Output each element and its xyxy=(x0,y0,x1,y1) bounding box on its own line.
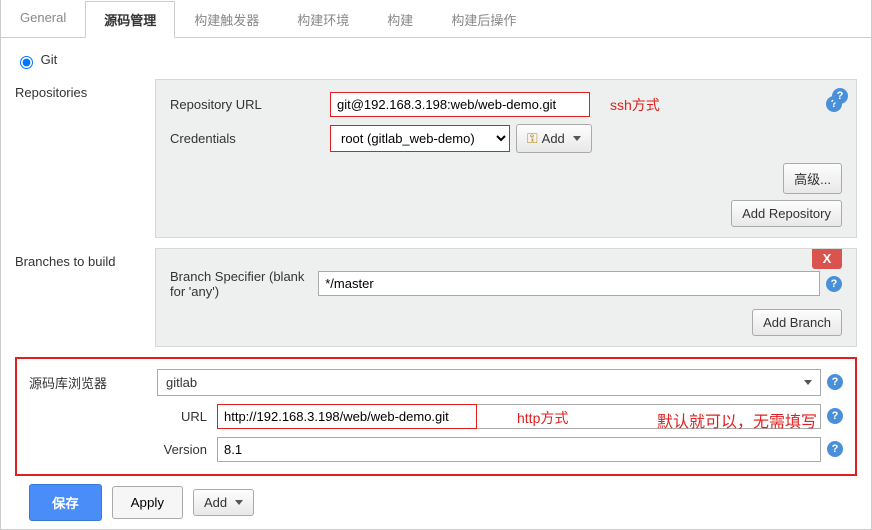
credentials-select[interactable]: root (gitlab_web-demo) xyxy=(330,125,510,152)
add-credentials-label: Add xyxy=(542,131,565,146)
tab-bar: General 源码管理 构建触发器 构建环境 构建 构建后操作 xyxy=(1,0,871,38)
scm-radio-git[interactable] xyxy=(20,56,33,69)
advanced-button[interactable]: 高级... xyxy=(783,163,842,194)
note-annotation: 默认就可以，无需填写 xyxy=(657,408,817,432)
add-menu-label: Add xyxy=(204,495,227,510)
http-annotation: http方式 xyxy=(517,408,568,428)
repo-browser-section: 源码库浏览器 gitlab ? URL http方式 默认就可以，无需填写 ? xyxy=(15,357,857,476)
ssh-annotation: ssh方式 xyxy=(610,95,660,115)
tab-triggers[interactable]: 构建触发器 xyxy=(175,1,278,38)
repo-browser-label: 源码库浏览器 xyxy=(29,373,157,392)
browser-version-input[interactable] xyxy=(217,437,821,462)
delete-branch-button[interactable]: X xyxy=(812,249,842,269)
scm-radio-git-label[interactable]: Git xyxy=(15,52,57,67)
repo-browser-selected: gitlab xyxy=(166,375,197,390)
config-panel: General 源码管理 构建触发器 构建环境 构建 构建后操作 Git Rep… xyxy=(0,0,872,530)
save-button[interactable]: 保存 xyxy=(29,484,102,521)
repositories-section: Repositories ? Repository URL ssh方式 ? xyxy=(15,79,857,238)
tab-general[interactable]: General xyxy=(1,1,85,38)
tab-env[interactable]: 构建环境 xyxy=(278,1,368,38)
add-credentials-button[interactable]: ⚿ Add xyxy=(516,124,592,153)
help-icon[interactable]: ? xyxy=(827,374,843,390)
add-menu-button[interactable]: Add xyxy=(193,489,254,516)
credentials-label: Credentials xyxy=(170,131,330,146)
tab-build[interactable]: 构建 xyxy=(368,1,432,38)
branches-section: Branches to build X Branch Specifier (bl… xyxy=(15,248,857,347)
help-icon[interactable]: ? xyxy=(826,276,842,292)
branches-panel: X Branch Specifier (blank for 'any') ? A… xyxy=(155,248,857,347)
scm-radio-row: Git xyxy=(15,48,857,79)
tab-scm[interactable]: 源码管理 xyxy=(85,1,175,38)
add-branch-button[interactable]: Add Branch xyxy=(752,309,842,336)
tab-post[interactable]: 构建后操作 xyxy=(432,1,535,38)
browser-url-label: URL xyxy=(157,409,217,424)
branch-specifier-input[interactable] xyxy=(318,271,820,296)
help-icon[interactable]: ? xyxy=(827,441,843,457)
help-icon[interactable]: ? xyxy=(832,88,848,104)
browser-url-input[interactable] xyxy=(217,404,477,429)
help-icon[interactable]: ? xyxy=(827,408,843,424)
repositories-label: Repositories xyxy=(15,79,155,100)
bottom-bar: 保存 Apply Add xyxy=(15,476,857,529)
key-icon: ⚿ xyxy=(527,130,538,147)
apply-button[interactable]: Apply xyxy=(112,486,183,519)
add-repository-button[interactable]: Add Repository xyxy=(731,200,842,227)
browser-version-label: Version xyxy=(157,442,217,457)
repo-browser-select[interactable]: gitlab xyxy=(157,369,821,396)
branch-specifier-label: Branch Specifier (blank for 'any') xyxy=(170,269,318,299)
scm-content: Git Repositories ? Repository URL ssh方式 xyxy=(1,38,871,529)
repositories-panel: ? Repository URL ssh方式 ? xyxy=(155,79,857,238)
scm-radio-git-text: Git xyxy=(41,52,58,67)
chevron-down-icon xyxy=(804,380,812,385)
branches-label: Branches to build xyxy=(15,248,155,269)
repo-url-input[interactable] xyxy=(330,92,590,117)
